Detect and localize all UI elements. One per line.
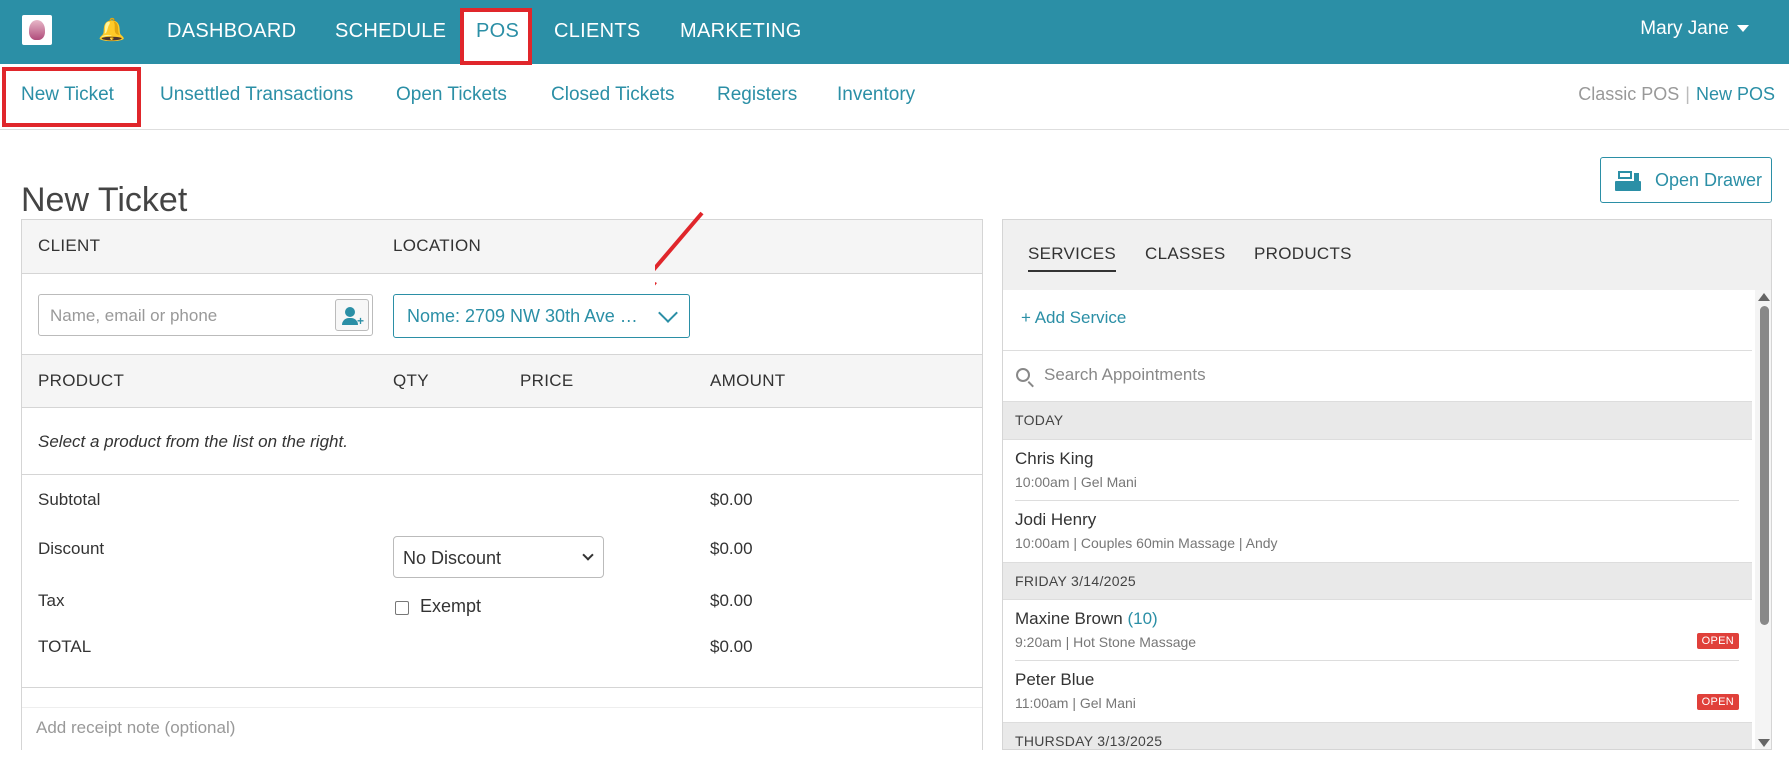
appointment-client: Chris King bbox=[1015, 449, 1094, 468]
product-table-header: PRODUCT QTY PRICE AMOUNT bbox=[22, 354, 982, 408]
receipt-note-input[interactable]: Add receipt note (optional) bbox=[22, 708, 982, 750]
page-title: New Ticket bbox=[21, 180, 188, 219]
scroll-up-icon[interactable] bbox=[1758, 293, 1770, 301]
discount-value: $0.00 bbox=[710, 539, 753, 558]
scrollbar[interactable] bbox=[1755, 290, 1771, 749]
tab-products[interactable]: PRODUCTS bbox=[1254, 244, 1352, 264]
user-menu[interactable]: Mary Jane bbox=[1640, 18, 1749, 40]
subnav-unsettled-transactions[interactable]: Unsettled Transactions bbox=[160, 84, 353, 106]
client-search-input[interactable]: Name, email or phone + bbox=[38, 294, 373, 336]
status-badge: OPEN bbox=[1696, 694, 1739, 710]
ticket-panel: CLIENT LOCATION Name, email or phone + N… bbox=[21, 219, 983, 750]
appointment-client: Maxine Brown (10) bbox=[1015, 609, 1158, 629]
day-label: THURSDAY 3/13/2025 bbox=[1015, 733, 1163, 749]
annotation-arrow-icon bbox=[655, 211, 704, 286]
day-header-friday: FRIDAY 3/14/2025 bbox=[1003, 562, 1752, 600]
nav-schedule[interactable]: SCHEDULE bbox=[335, 18, 446, 44]
scroll-down-icon[interactable] bbox=[1758, 739, 1770, 747]
salon-logo[interactable] bbox=[22, 15, 52, 45]
total-label: TOTAL bbox=[38, 637, 92, 656]
location-value: Nome: 2709 NW 30th Ave … bbox=[407, 306, 638, 326]
client-location-header: CLIENT LOCATION bbox=[22, 220, 982, 274]
discount-select[interactable]: No Discount bbox=[393, 536, 604, 578]
nav-marketing[interactable]: MARKETING bbox=[680, 18, 802, 44]
search-icon bbox=[1016, 368, 1030, 382]
appointment-item[interactable]: Jodi Henry 10:00am | Couples 60min Massa… bbox=[1015, 501, 1739, 562]
classic-pos-link[interactable]: Classic POS bbox=[1578, 84, 1679, 104]
col-price: PRICE bbox=[520, 371, 574, 390]
new-pos-link[interactable]: New POS bbox=[1696, 84, 1775, 104]
appointment-item[interactable]: Chris King 10:00am | Gel Mani bbox=[1015, 440, 1739, 501]
subnav-closed-tickets[interactable]: Closed Tickets bbox=[551, 84, 675, 106]
add-service-link[interactable]: + Add Service bbox=[1021, 308, 1126, 328]
client-name: Maxine Brown bbox=[1015, 609, 1123, 628]
chevron-down-icon bbox=[1737, 25, 1749, 33]
catalog-tabs: SERVICES CLASSES PRODUCTS bbox=[1003, 220, 1771, 290]
col-product: PRODUCT bbox=[38, 371, 125, 390]
user-name: Mary Jane bbox=[1640, 18, 1729, 39]
tax-value: $0.00 bbox=[710, 591, 753, 610]
receipt-note-placeholder: Add receipt note (optional) bbox=[36, 718, 236, 737]
nav-clients[interactable]: CLIENTS bbox=[554, 18, 641, 44]
day-label: TODAY bbox=[1015, 412, 1064, 428]
tax-label: Tax bbox=[38, 591, 65, 610]
tab-classes[interactable]: CLASSES bbox=[1145, 244, 1226, 264]
client-header: CLIENT bbox=[38, 236, 101, 255]
subtotal-label: Subtotal bbox=[38, 490, 101, 509]
tax-exempt-checkbox[interactable] bbox=[395, 601, 409, 615]
separator: | bbox=[1685, 84, 1690, 104]
subnav-open-tickets[interactable]: Open Tickets bbox=[396, 84, 507, 106]
day-header-thursday: THURSDAY 3/13/2025 bbox=[1003, 722, 1752, 749]
top-navbar: 🔔 DASHBOARD SCHEDULE POS CLIENTS MARKETI… bbox=[0, 0, 1789, 64]
pos-version-switch: Classic POS | New POS bbox=[1578, 84, 1775, 105]
search-appointments-input[interactable]: Search Appointments bbox=[1003, 350, 1752, 402]
day-header-today: TODAY bbox=[1003, 402, 1752, 440]
col-amount: AMOUNT bbox=[710, 371, 786, 390]
col-qty: QTY bbox=[393, 371, 429, 390]
total-value: $0.00 bbox=[710, 637, 753, 656]
day-label: FRIDAY 3/14/2025 bbox=[1015, 573, 1137, 589]
chevron-down-icon bbox=[582, 549, 594, 561]
status-badge: OPEN bbox=[1696, 633, 1739, 649]
highlight-box-new-ticket bbox=[2, 67, 141, 127]
empty-ticket-hint: Select a product from the list on the ri… bbox=[38, 432, 348, 451]
subnav-registers[interactable]: Registers bbox=[717, 84, 797, 106]
nav-dashboard[interactable]: DASHBOARD bbox=[167, 18, 296, 44]
visit-count: (10) bbox=[1127, 609, 1158, 628]
location-select[interactable]: Nome: 2709 NW 30th Ave … bbox=[393, 294, 690, 338]
pos-subnav: New Ticket Unsettled Transactions Open T… bbox=[0, 64, 1789, 130]
appointment-client: Jodi Henry bbox=[1015, 510, 1097, 529]
search-placeholder: Search Appointments bbox=[1044, 365, 1206, 384]
open-drawer-button[interactable]: Open Drawer bbox=[1600, 157, 1772, 203]
subtotal-value: $0.00 bbox=[710, 490, 753, 509]
discount-label: Discount bbox=[38, 539, 105, 558]
client-input-placeholder: Name, email or phone bbox=[50, 306, 218, 325]
location-header: LOCATION bbox=[393, 236, 482, 255]
highlight-box-pos bbox=[460, 8, 532, 65]
tab-services[interactable]: SERVICES bbox=[1028, 244, 1117, 272]
open-drawer-label: Open Drawer bbox=[1655, 169, 1763, 190]
appointment-client: Peter Blue bbox=[1015, 670, 1095, 689]
appointment-item[interactable]: Maxine Brown (10) 9:20am | Hot Stone Mas… bbox=[1015, 600, 1739, 661]
appointment-meta: 10:00am | Couples 60min Massage | Andy bbox=[1015, 535, 1278, 551]
add-client-icon[interactable]: + bbox=[335, 299, 369, 331]
discount-selected: No Discount bbox=[403, 548, 502, 568]
divider bbox=[22, 687, 982, 688]
subnav-inventory[interactable]: Inventory bbox=[837, 84, 915, 106]
scrollbar-thumb[interactable] bbox=[1760, 306, 1769, 625]
appointment-meta: 9:20am | Hot Stone Massage bbox=[1015, 634, 1197, 650]
divider bbox=[22, 474, 982, 475]
tax-exempt-label[interactable]: Exempt bbox=[420, 596, 481, 617]
appointment-item[interactable]: Peter Blue 11:00am | Gel Mani OPEN bbox=[1015, 661, 1739, 722]
appointment-meta: 11:00am | Gel Mani bbox=[1015, 695, 1136, 711]
appointment-meta: 10:00am | Gel Mani bbox=[1015, 474, 1137, 490]
bell-icon[interactable]: 🔔 bbox=[98, 16, 125, 44]
catalog-panel: SERVICES CLASSES PRODUCTS + Add Service … bbox=[1002, 219, 1772, 750]
cash-register-icon bbox=[1615, 169, 1641, 191]
